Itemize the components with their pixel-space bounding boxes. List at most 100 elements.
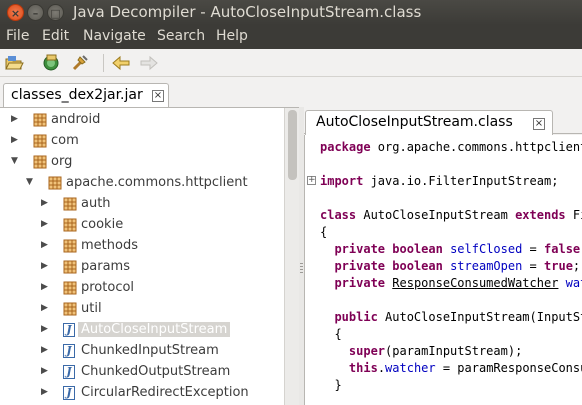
code-line: { (320, 326, 342, 343)
expand-arrow-icon[interactable]: ▶ (41, 282, 48, 292)
code-line: { (320, 224, 327, 241)
code-token: AutoCloseInputStream (356, 208, 516, 222)
package-icon (63, 281, 77, 295)
code-token: (paramInputStream); (385, 344, 523, 358)
tab-label: classes_dex2jar.jar (11, 87, 143, 103)
menu-edit[interactable]: Edit (42, 28, 69, 44)
code-token: AutoCloseInputStream(InputSt (377, 310, 582, 324)
open-folder-icon[interactable] (3, 53, 25, 73)
code-token: java.io.FilterInputStream; (363, 174, 559, 188)
code-token: streamOpen (450, 259, 523, 273)
expand-arrow-icon[interactable]: ▶ (11, 135, 18, 145)
java-class-icon: J (63, 323, 75, 337)
tree-item-label: android (51, 112, 101, 127)
menu-navigate[interactable]: Navigate (83, 28, 146, 44)
expand-arrow-icon[interactable]: ▶ (41, 387, 48, 397)
package-icon (48, 176, 62, 190)
expand-arrow-icon[interactable]: ▶ (41, 324, 48, 334)
tree-package-item[interactable]: ▼ org (0, 152, 282, 173)
tree-scrollbar-thumb[interactable] (288, 110, 297, 180)
tab-label: AutoCloseInputStream.class (316, 114, 513, 130)
code-token: private (334, 242, 386, 256)
tree-scrollbar[interactable] (284, 108, 299, 405)
package-icon (63, 239, 77, 253)
tree-package-item[interactable]: ▶ protocol (0, 278, 282, 299)
package-icon (63, 218, 77, 232)
package-icon (33, 155, 47, 169)
tree-package-item[interactable]: ▶ params (0, 257, 282, 278)
close-icon[interactable]: × (533, 118, 545, 130)
close-icon[interactable]: × (152, 90, 164, 102)
code-token: package (320, 140, 371, 154)
tab-jar-file[interactable]: classes_dex2jar.jar × (3, 83, 169, 107)
code-token: import (320, 174, 364, 188)
code-line: private ResponseConsumedWatcher wat (320, 275, 582, 292)
collapse-arrow-icon[interactable]: ▼ (26, 177, 33, 187)
code-line: private boolean streamOpen = true; (320, 258, 580, 275)
menu-file[interactable]: File (6, 28, 29, 44)
fold-expand-icon[interactable]: + (307, 176, 316, 185)
tree-item-label: apache.commons.httpclient (66, 175, 248, 190)
code-token: class (320, 208, 357, 222)
tree-item-label: protocol (81, 280, 135, 295)
menu-search[interactable]: Search (157, 28, 205, 44)
java-class-icon: J (63, 386, 75, 400)
tree-item-label: util (81, 301, 102, 316)
expand-arrow-icon[interactable]: ▶ (41, 366, 48, 376)
tree-package-item[interactable]: ▶ auth (0, 194, 282, 215)
expand-arrow-icon[interactable]: ▶ (41, 240, 48, 250)
tab-class-file[interactable]: AutoCloseInputStream.class × (305, 110, 553, 135)
title-bar: × – □ Java Decompiler - AutoCloseInputSt… (0, 0, 582, 25)
window-close-button[interactable]: × (7, 4, 24, 21)
code-token: wat (565, 276, 582, 290)
expand-arrow-icon[interactable]: ▶ (41, 198, 48, 208)
tree-package-item[interactable]: ▶ util (0, 299, 282, 320)
tree-item-label: ChunkedOutputStream (81, 364, 231, 379)
tree-package-item[interactable]: ▼ apache.commons.httpclient (0, 173, 282, 194)
forward-arrow-icon[interactable] (138, 53, 160, 73)
code-token: watcher (385, 361, 436, 375)
tree-class-item[interactable]: ▶ J ChunkedInputStream (0, 341, 282, 362)
window-minimize-button[interactable]: – (27, 4, 44, 21)
code-line: package org.apache.commons.httpclient (320, 139, 582, 156)
back-arrow-icon[interactable] (110, 53, 132, 73)
code-token: private (334, 276, 386, 290)
tree-class-item[interactable]: ▶ J ChunkedOutputStream (0, 362, 282, 383)
tree-package-item[interactable]: ▶ methods (0, 236, 282, 257)
search-icon[interactable] (69, 53, 91, 73)
code-token: true (544, 259, 573, 273)
code-token: private (334, 259, 386, 273)
open-type-icon[interactable] (40, 53, 62, 73)
tree-package-item[interactable]: ▶ com (0, 131, 282, 152)
collapse-arrow-icon[interactable]: ▼ (11, 156, 18, 166)
code-line: public AutoCloseInputStream(InputSt (320, 309, 582, 326)
splitter-grip-icon (300, 263, 303, 275)
code-view[interactable]: + package org.apache.commons.httpclient i… (304, 135, 582, 405)
window-maximize-button[interactable]: □ (47, 4, 64, 21)
tree-class-item[interactable]: ▶ J CircularRedirectException (0, 383, 282, 404)
tree-item-label: CircularRedirectException (81, 385, 249, 400)
tree-item-label: com (51, 133, 79, 148)
code-token: boolean (392, 242, 443, 256)
tree-package-item[interactable]: ▶ android (0, 110, 282, 131)
package-tree[interactable]: ▶ android ▶ com ▼ org ▼ apache.commons.httpclie… (0, 107, 299, 405)
expand-arrow-icon[interactable]: ▶ (41, 219, 48, 229)
expand-arrow-icon[interactable]: ▶ (41, 303, 48, 313)
package-icon (63, 260, 77, 274)
tree-package-item[interactable]: ▶ cookie (0, 215, 282, 236)
expand-arrow-icon[interactable]: ▶ (41, 261, 48, 271)
code-token: { (320, 327, 342, 341)
tree-class-item[interactable]: ▶ J AutoCloseInputStream (0, 320, 282, 341)
toolbar (0, 49, 582, 77)
expand-arrow-icon[interactable]: ▶ (11, 114, 18, 124)
code-token: super (348, 344, 386, 358)
expand-arrow-icon[interactable]: ▶ (41, 345, 48, 355)
menu-help[interactable]: Help (216, 28, 248, 44)
